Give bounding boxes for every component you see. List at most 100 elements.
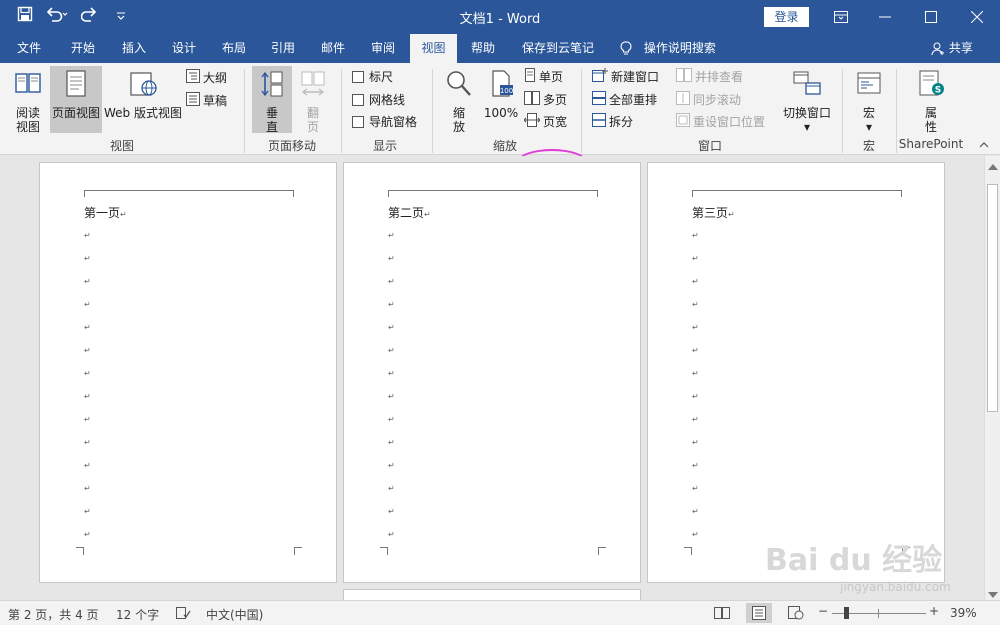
properties-button[interactable]: S 属 性 — [912, 69, 950, 134]
macros-label: 宏 — [862, 106, 875, 120]
ruler-checkbox[interactable]: 标尺 — [352, 67, 393, 87]
navigation-pane-checkbox-box[interactable] — [352, 115, 364, 128]
collapse-ribbon-icon[interactable] — [978, 139, 992, 151]
ribbon-tab-bar: 文件 开始 插入 设计 布局 引用 邮件 审阅 视图 帮助 保存到云笔记 操作说… — [0, 34, 1000, 63]
read-mode-label-2: 视图 — [15, 120, 40, 134]
ruler-label: 标尺 — [369, 70, 394, 84]
zoom-out-button[interactable]: − — [818, 604, 828, 618]
one-page-button[interactable]: 单页 — [524, 67, 563, 87]
page-3-text[interactable]: 第三页↵ — [692, 204, 735, 221]
new-window-icon — [592, 67, 608, 88]
web-layout-view-icon[interactable] — [788, 606, 804, 623]
side-to-side-button[interactable]: 翻 页 — [294, 69, 332, 134]
ribbon-display-options-icon[interactable] — [818, 0, 864, 34]
maximize-icon[interactable] — [908, 0, 954, 34]
paragraph-mark: ↵ — [692, 507, 699, 516]
share-button[interactable]: 共享 — [931, 34, 973, 62]
print-layout-button[interactable]: 页面视图 — [50, 66, 102, 133]
tab-insert[interactable]: 插入 — [111, 34, 157, 63]
header-line — [692, 190, 902, 197]
paragraph-mark: ↵ — [388, 346, 395, 355]
tab-design[interactable]: 设计 — [161, 34, 207, 63]
tab-save-to-cloud-notes[interactable]: 保存到云笔记 — [512, 34, 604, 63]
sync-scroll-label: 同步滚动 — [693, 93, 742, 107]
document-area: 第一页↵ ↵ ↵ ↵ ↵ ↵ ↵ ↵ ↵ ↵ ↵ ↵ ↵ ↵ ↵ 第二页↵ ↵ … — [0, 156, 984, 600]
tab-review[interactable]: 审阅 — [360, 34, 406, 63]
outline-button[interactable]: 大纲 — [186, 68, 227, 88]
paragraph-mark: ↵ — [692, 323, 699, 332]
tab-mailings[interactable]: 邮件 — [310, 34, 356, 63]
page-count[interactable]: 第 2 页，共 4 页 — [8, 606, 99, 623]
paragraph-mark: ↵ — [692, 231, 699, 240]
new-window-button[interactable]: 新建窗口 — [592, 67, 659, 87]
minimize-icon[interactable] — [862, 0, 908, 34]
scroll-up-icon[interactable] — [988, 160, 998, 174]
proofing-icon[interactable] — [175, 606, 191, 623]
paragraph-mark: ↵ — [84, 507, 91, 516]
tab-home[interactable]: 开始 — [60, 34, 106, 63]
one-page-icon — [524, 67, 536, 88]
read-mode-view-icon[interactable] — [714, 606, 730, 623]
zoom-slider-thumb[interactable] — [844, 607, 849, 619]
outline-icon — [186, 68, 200, 89]
vertical-label-2: 直 — [265, 120, 278, 134]
tab-file[interactable]: 文件 — [6, 34, 52, 63]
zoom-in-button[interactable]: + — [929, 604, 939, 618]
split-icon — [592, 112, 606, 133]
outline-label: 大纲 — [203, 71, 228, 85]
paragraph-mark: ↵ — [84, 277, 91, 286]
tab-references[interactable]: 引用 — [260, 34, 306, 63]
web-layout-button[interactable]: Web 版式视图 — [103, 69, 183, 120]
multiple-pages-button[interactable]: 多页 — [524, 90, 567, 110]
reset-window-position-button[interactable]: 重设窗口位置 — [676, 112, 765, 132]
paragraph-mark: ↵ — [692, 346, 699, 355]
vertical-label-1: 垂 — [265, 106, 278, 120]
login-button[interactable]: 登录 — [764, 7, 809, 27]
print-layout-view-icon[interactable] — [746, 603, 772, 623]
gridlines-label: 网格线 — [369, 93, 406, 107]
tab-view[interactable]: 视图 — [410, 34, 457, 63]
tell-me-label: 操作说明搜索 — [643, 41, 716, 55]
views-group-label: 视图 — [109, 139, 134, 153]
paragraph-mark: ↵ — [388, 484, 395, 493]
svg-text:100: 100 — [500, 87, 513, 95]
zoom-100-button[interactable]: 100 100% — [482, 69, 520, 120]
switch-windows-button[interactable]: 切换窗口 ▾ — [780, 69, 834, 134]
tab-help[interactable]: 帮助 — [460, 34, 506, 63]
zoom-level[interactable]: 39% — [950, 606, 977, 620]
gridlines-checkbox[interactable]: 网格线 — [352, 90, 405, 110]
side-by-side-icon — [676, 67, 692, 88]
page-width-button[interactable]: 页宽 — [523, 112, 567, 132]
paragraph-mark: ↵ — [84, 323, 91, 332]
word-count[interactable]: 12 个字 — [116, 606, 159, 623]
paragraph-mark: ↵ — [692, 369, 699, 378]
language[interactable]: 中文(中国) — [206, 606, 263, 623]
tell-me-search[interactable]: 操作说明搜索 — [620, 34, 716, 62]
view-side-by-side-button[interactable]: 并排查看 — [676, 67, 743, 87]
close-icon[interactable] — [954, 0, 1000, 34]
synchronous-scrolling-button[interactable]: 同步滚动 — [676, 90, 741, 110]
gridlines-checkbox-box[interactable] — [352, 93, 364, 106]
vertical-scrollbar[interactable] — [984, 156, 1000, 600]
macros-button[interactable]: 宏 ▾ — [850, 69, 888, 134]
paragraph-mark: ↵ — [692, 392, 699, 401]
paragraph-mark: ↵ — [388, 254, 395, 263]
zoom-button[interactable]: 缩 放 — [441, 69, 477, 134]
sharepoint-group-label: SharePoint — [898, 137, 964, 151]
read-mode-button[interactable]: 阅读 视图 — [8, 69, 48, 134]
read-mode-icon — [8, 69, 48, 102]
macros-icon — [850, 69, 888, 102]
one-page-label: 单页 — [539, 70, 564, 84]
draft-button[interactable]: 草稿 — [186, 91, 227, 111]
page-1-text[interactable]: 第一页↵ — [84, 204, 127, 221]
web-layout-label: Web 版式视图 — [104, 106, 182, 120]
vertical-button[interactable]: 垂 直 — [252, 66, 292, 134]
arrange-all-button[interactable]: 全部重排 — [592, 90, 657, 110]
page-2-text[interactable]: 第二页↵ — [388, 204, 431, 221]
scrollbar-thumb[interactable] — [987, 184, 998, 412]
tab-layout[interactable]: 布局 — [211, 34, 257, 63]
ruler-checkbox-box[interactable] — [352, 70, 364, 83]
navigation-pane-checkbox[interactable]: 导航窗格 — [352, 112, 417, 132]
paragraph-mark: ↵ — [388, 231, 395, 240]
split-button[interactable]: 拆分 — [592, 112, 633, 132]
